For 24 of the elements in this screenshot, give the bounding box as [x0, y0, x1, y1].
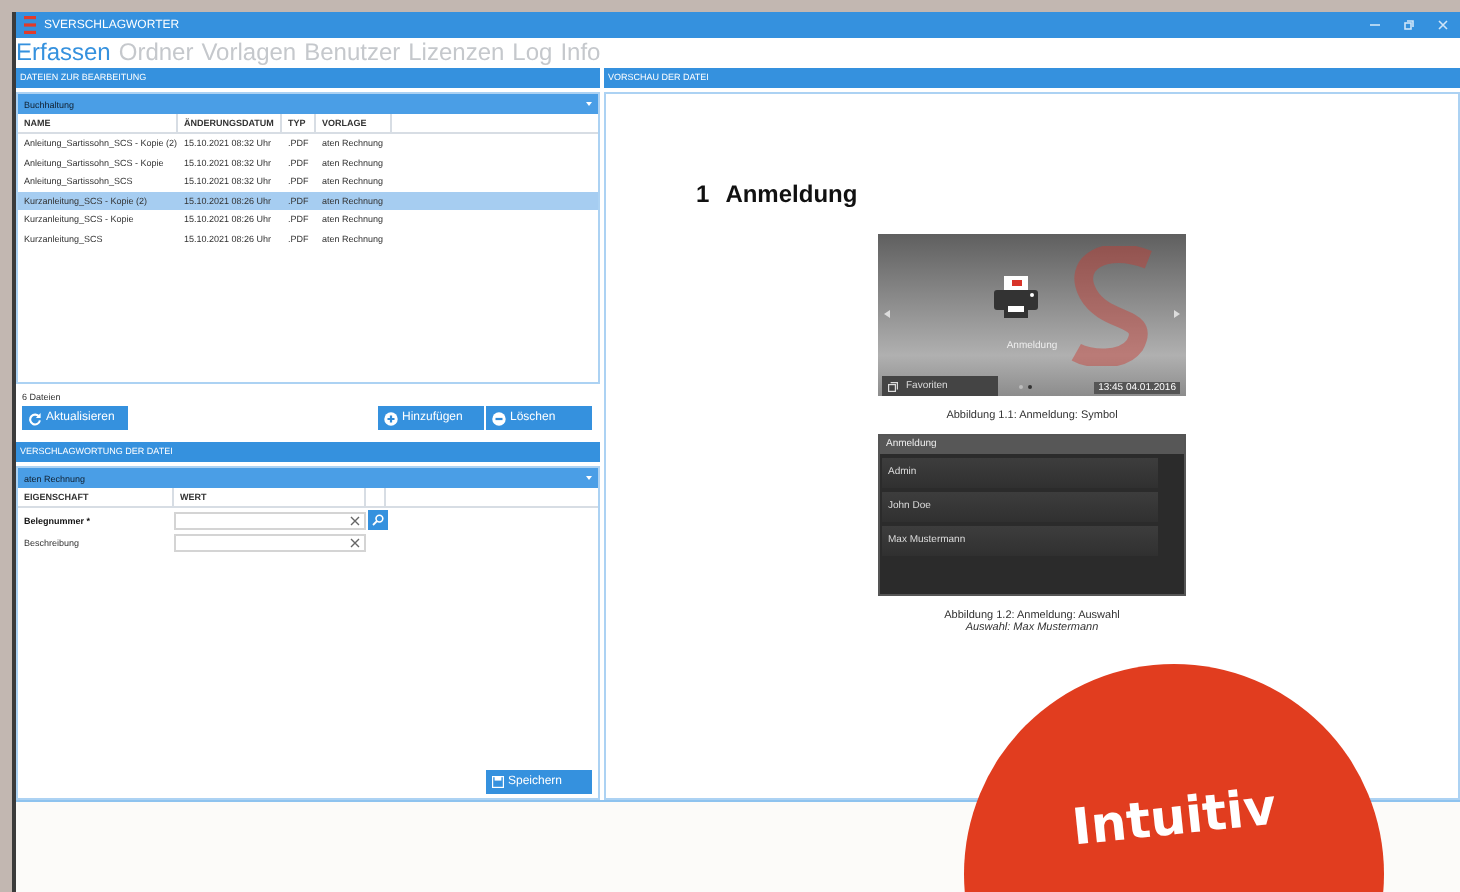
heading-number: 1 [696, 180, 710, 208]
clear-icon[interactable] [350, 515, 360, 525]
input-field[interactable] [174, 511, 366, 529]
search-button[interactable] [368, 510, 388, 530]
input-field[interactable] [174, 533, 366, 551]
refresh-icon [28, 411, 42, 425]
windows-icon [888, 381, 898, 391]
restore-icon[interactable] [1404, 20, 1414, 30]
clear-icon[interactable] [350, 537, 360, 547]
search-icon [372, 514, 384, 526]
plus-circle-icon [384, 411, 398, 425]
left-arrow-icon [884, 310, 890, 318]
printer-icon [994, 276, 1038, 320]
document-heading: Anmeldung [725, 180, 858, 208]
caret-icon [586, 476, 592, 480]
minimize-icon[interactable] [1370, 20, 1380, 30]
page-dots-icon [1018, 384, 1034, 390]
right-arrow-icon [1174, 310, 1180, 318]
menu-tab[interactable]: Erfassen [16, 38, 111, 68]
badge-text: Intuitiv [1069, 777, 1279, 859]
close-icon[interactable] [1438, 20, 1448, 30]
minus-circle-icon [492, 411, 506, 425]
app-logo-icon [24, 16, 36, 34]
caret-icon [586, 102, 592, 106]
